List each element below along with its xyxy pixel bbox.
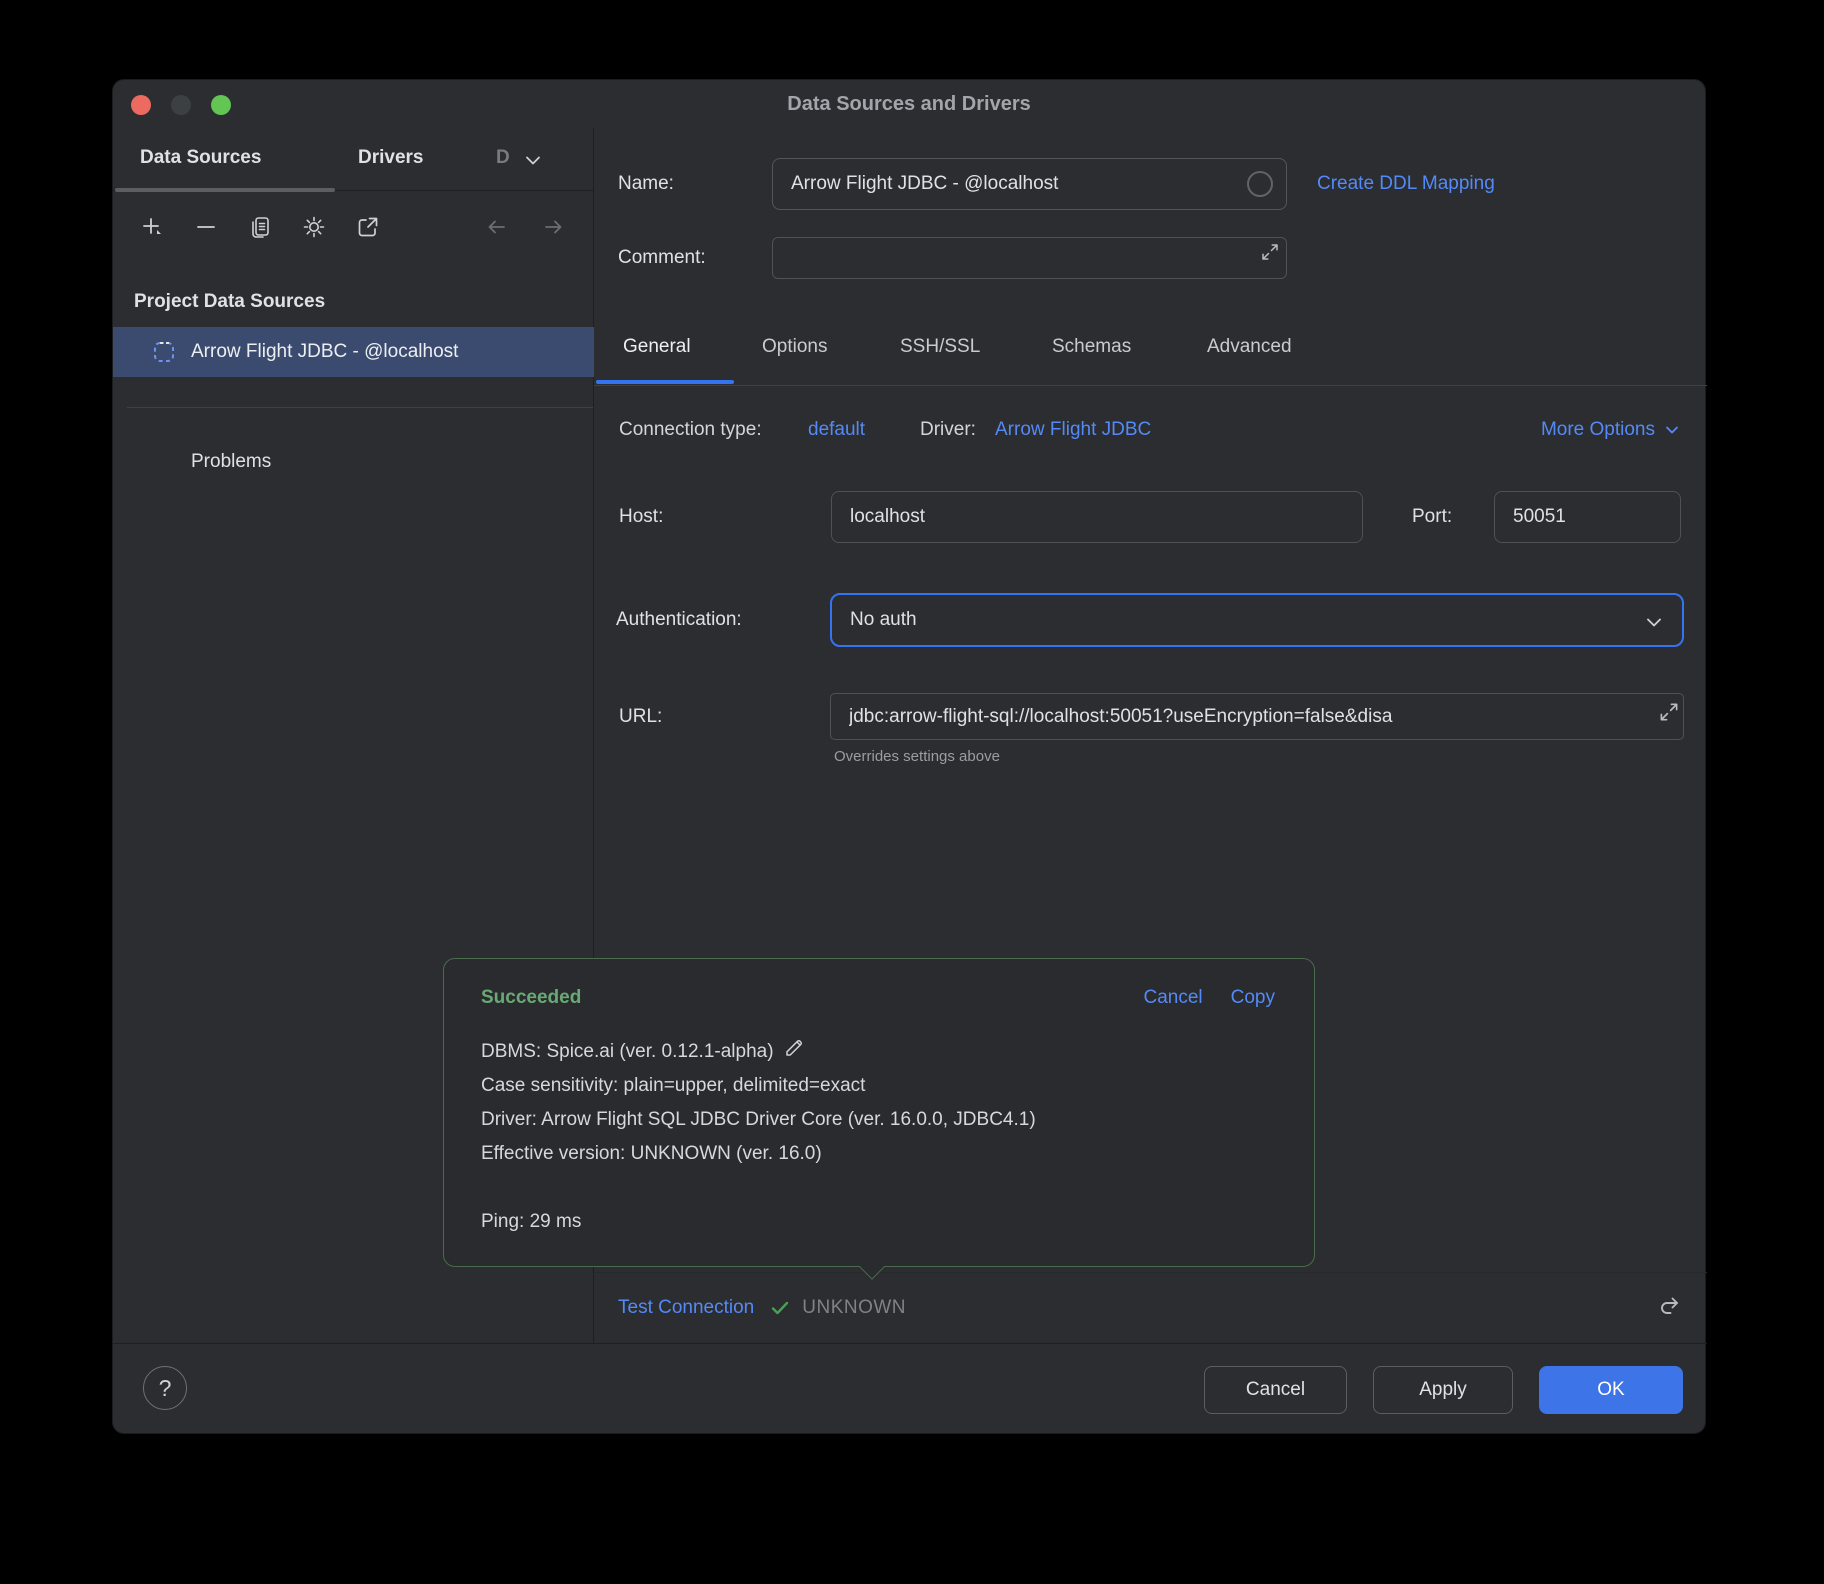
more-options-link[interactable]: More Options — [1541, 419, 1681, 441]
name-label: Name: — [618, 158, 674, 210]
chevron-down-icon — [1642, 610, 1666, 634]
datasource-icon — [151, 339, 177, 365]
popup-line-version: Effective version: UNKNOWN (ver. 16.0) — [481, 1137, 1284, 1171]
name-value: Arrow Flight JDBC - @localhost — [791, 173, 1058, 195]
popup-line-driver: Driver: Arrow Flight SQL JDBC Driver Cor… — [481, 1103, 1284, 1137]
duplicate-icon[interactable] — [247, 214, 273, 240]
popup-cancel-link[interactable]: Cancel — [1143, 987, 1202, 1009]
remove-icon[interactable] — [193, 214, 219, 240]
host-label: Host: — [619, 491, 663, 543]
test-status: UNKNOWN — [802, 1297, 906, 1319]
sidebar-tab-strip: Data Sources Drivers D — [113, 128, 594, 191]
ok-button[interactable]: OK — [1539, 1366, 1683, 1414]
name-input[interactable]: Arrow Flight JDBC - @localhost — [772, 158, 1287, 210]
connection-type-value-link[interactable]: default — [808, 419, 865, 441]
host-value: localhost — [850, 506, 925, 528]
test-connection-popup: Succeeded Cancel Copy DBMS: Spice.ai (ve… — [443, 958, 1315, 1267]
authentication-select[interactable]: No auth — [830, 593, 1684, 647]
tab-advanced[interactable]: Advanced — [1207, 314, 1292, 380]
host-input[interactable]: localhost — [831, 491, 1363, 543]
chevron-down-icon — [1663, 421, 1681, 439]
forward-arrow-icon[interactable] — [540, 214, 566, 240]
tab-divider — [594, 385, 1707, 386]
data-sources-dialog: Data Sources and Drivers Data Sources Dr… — [112, 79, 1706, 1434]
dialog-footer: ? Cancel Apply OK — [113, 1343, 1707, 1435]
open-in-new-icon[interactable] — [355, 214, 381, 240]
name-progress-circle — [1247, 171, 1273, 197]
window-title: Data Sources and Drivers — [113, 80, 1705, 128]
popup-line-ping: Ping: 29 ms — [481, 1205, 1284, 1239]
comment-input[interactable] — [772, 237, 1287, 279]
popup-line-blank — [481, 1171, 1284, 1205]
settings-tab-bar: General Options SSH/SSL Schemas Advanced — [594, 314, 1707, 386]
port-label: Port: — [1412, 491, 1452, 543]
authentication-value: No auth — [850, 609, 917, 631]
tab-ddl-mappings-truncated[interactable]: D — [496, 128, 510, 191]
active-tab-indicator — [596, 380, 734, 384]
expand-icon[interactable] — [1259, 241, 1281, 263]
test-connection-row: Test Connection UNKNOWN — [594, 1272, 1707, 1343]
add-icon[interactable] — [139, 214, 165, 240]
create-ddl-mapping-link[interactable]: Create DDL Mapping — [1317, 158, 1495, 210]
url-hint: Overrides settings above — [834, 748, 1000, 765]
expand-icon[interactable] — [1657, 700, 1681, 724]
driver-value-link[interactable]: Arrow Flight JDBC — [995, 419, 1151, 441]
sidebar-toolbar — [113, 191, 594, 263]
tab-options[interactable]: Options — [762, 314, 827, 380]
driver-label: Driver: — [920, 419, 976, 441]
datasource-list-item-selected[interactable]: Arrow Flight JDBC - @localhost — [113, 327, 594, 377]
tab-ssh-ssl[interactable]: SSH/SSL — [900, 314, 980, 380]
gear-icon[interactable] — [301, 214, 327, 240]
pencil-icon[interactable] — [782, 1036, 806, 1060]
undo-icon[interactable] — [1655, 1292, 1687, 1324]
tab-drivers[interactable]: Drivers — [358, 128, 424, 191]
apply-button[interactable]: Apply — [1373, 1366, 1513, 1414]
chevron-down-icon[interactable] — [521, 148, 545, 172]
title-bar: Data Sources and Drivers — [113, 80, 1705, 128]
connection-type-row: Connection type: default Driver: Arrow F… — [594, 419, 1707, 447]
popup-copy-link[interactable]: Copy — [1231, 987, 1275, 1009]
check-icon — [768, 1296, 792, 1320]
url-value: jdbc:arrow-flight-sql://localhost:50051?… — [849, 706, 1657, 728]
test-connection-link[interactable]: Test Connection — [618, 1297, 754, 1319]
popup-line-dbms: DBMS: Spice.ai (ver. 0.12.1-alpha) — [481, 1041, 774, 1062]
datasource-item-label: Arrow Flight JDBC - @localhost — [191, 341, 458, 363]
help-icon[interactable]: ? — [143, 1366, 187, 1410]
tab-general[interactable]: General — [623, 314, 691, 380]
problems-label: Problems — [191, 451, 271, 472]
problems-row[interactable]: Problems — [113, 438, 594, 486]
tab-schemas[interactable]: Schemas — [1052, 314, 1131, 380]
url-label: URL: — [619, 693, 662, 740]
popup-details: DBMS: Spice.ai (ver. 0.12.1-alpha) Case … — [481, 1035, 1284, 1239]
sidebar-divider — [127, 407, 593, 408]
cancel-button[interactable]: Cancel — [1204, 1366, 1347, 1414]
more-options-label: More Options — [1541, 419, 1655, 441]
url-input[interactable]: jdbc:arrow-flight-sql://localhost:50051?… — [830, 693, 1684, 740]
tab-data-sources[interactable]: Data Sources — [140, 128, 261, 191]
back-arrow-icon[interactable] — [484, 214, 510, 240]
port-input[interactable]: 50051 — [1494, 491, 1681, 543]
authentication-label: Authentication: — [616, 593, 742, 647]
project-data-sources-header: Project Data Sources — [134, 284, 325, 320]
popup-status: Succeeded — [481, 987, 581, 1009]
popup-line-case: Case sensitivity: plain=upper, delimited… — [481, 1069, 1284, 1103]
port-value: 50051 — [1513, 506, 1566, 528]
connection-type-label: Connection type: — [619, 419, 762, 441]
comment-label: Comment: — [618, 237, 706, 279]
